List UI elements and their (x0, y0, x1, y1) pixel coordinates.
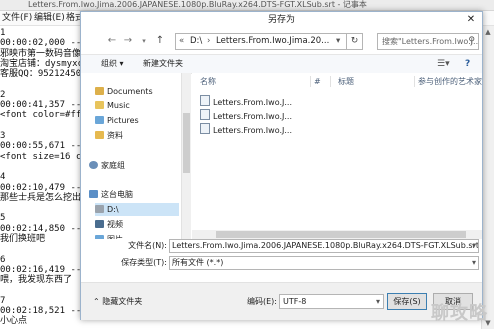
navigation-bar: ← → ▾ ↑ « D:\ › Letters.From.Iwo.Jima.20… (81, 29, 482, 53)
help-icon[interactable]: ? (465, 57, 470, 71)
filetype-select[interactable]: 所有文件 (*.*) ▾ (169, 256, 479, 270)
notepad-line: 客服QQ：952124509 (0, 69, 80, 80)
navigation-scrollbar[interactable] (182, 73, 191, 239)
nav-item-videos[interactable]: 视频 (95, 218, 179, 231)
chevron-right-icon: › (207, 36, 211, 46)
address-root[interactable]: D:\ (190, 34, 202, 49)
column-divider[interactable] (414, 76, 415, 87)
scrollbar-thumb[interactable] (183, 113, 190, 173)
chevron-down-icon[interactable]: ▾ (472, 240, 476, 252)
column-number[interactable]: # (314, 76, 321, 88)
notepad-line: <font color=#ffff (0, 110, 80, 121)
file-row[interactable]: Letters.From.Iwo.J... (200, 95, 310, 108)
address-bar[interactable]: « D:\ › Letters.From.Iwo.Jima.20... ▾ (175, 33, 347, 50)
view-options-icon[interactable]: ☰▾ (437, 57, 450, 71)
navigation-pane: Documents Music Pictures 资料 家庭组 这台电脑 D:\… (81, 73, 182, 239)
scrollbar-thumb[interactable] (216, 231, 466, 238)
address-folder[interactable]: Letters.From.Iwo.Jima.20... (216, 34, 329, 49)
menu-file[interactable]: 文件(F) (2, 12, 32, 24)
pictures-folder-icon (95, 116, 104, 124)
hide-folders-toggle[interactable]: ⌃ 隐藏文件夹 (93, 296, 142, 308)
refresh-icon[interactable]: ↻ (347, 33, 363, 50)
file-list-scrollbar[interactable] (192, 230, 482, 239)
nav-item-homegroup[interactable]: 家庭组 (89, 159, 173, 172)
notepad-line: <font size=16 col (0, 151, 80, 162)
column-artist[interactable]: 参与创作的艺术家 (418, 76, 482, 88)
music-folder-icon (95, 101, 104, 109)
nav-item-this-pc[interactable]: 这台电脑 (89, 188, 173, 201)
encoding-label: 编码(E): (247, 297, 277, 306)
nav-item-materials[interactable]: 资料 (95, 129, 179, 142)
notepad-line: 那些士兵是怎么挖出 (0, 192, 80, 203)
nav-item-pictures[interactable]: Pictures (95, 114, 179, 127)
column-title[interactable]: 标题 (338, 76, 354, 88)
search-input[interactable]: 搜索"Letters.From.Iwo.J... ⚲ (377, 33, 479, 50)
notepad-line: 我们换班吧 (0, 234, 46, 244)
column-divider[interactable] (310, 76, 311, 87)
forward-arrow-icon[interactable]: → (121, 33, 135, 49)
nav-item-documents[interactable]: Documents (95, 85, 179, 98)
file-row[interactable]: Letters.From.Iwo.J... (200, 123, 310, 136)
nav-item-music[interactable]: Music (95, 99, 179, 112)
video-folder-icon (95, 220, 104, 228)
filetype-label: 保存类型(T): (121, 258, 167, 267)
encoding-value: UTF-8 (283, 297, 307, 306)
filetype-value: 所有文件 (*.*) (172, 258, 224, 267)
chevron-down-icon: ▾ (375, 297, 380, 306)
save-button[interactable]: 保存(S) (387, 293, 427, 310)
dialog-title: 另存为 (81, 12, 482, 28)
organize-button[interactable]: 组织 ▾ (101, 58, 124, 70)
notepad-line: 小心点 (0, 316, 28, 327)
chevron-down-icon[interactable]: ▾ (472, 257, 476, 269)
file-icon (200, 123, 210, 134)
menu-edit[interactable]: 编辑(E) (34, 12, 65, 24)
notepad-editor[interactable]: 1 00:00:02,000 --> 邪映市第一数码音像 淘宝店铺：dysmyxc 客服… (0, 26, 80, 329)
computer-icon (89, 190, 98, 198)
new-folder-button[interactable]: 新建文件夹 (143, 58, 183, 70)
homegroup-icon (89, 161, 98, 169)
watermark-logo: 聊攻略 (431, 303, 488, 324)
column-name[interactable]: 名称 (200, 76, 216, 88)
nav-item-d-drive[interactable]: D:\ (95, 203, 179, 216)
drive-icon (95, 205, 104, 213)
dialog-footer: ⌃ 隐藏文件夹 编码(E): UTF-8 ▾ 保存(S) 取消 (81, 282, 482, 320)
encoding-select[interactable]: UTF-8 ▾ (279, 294, 384, 309)
close-icon[interactable]: ✕ (464, 14, 478, 26)
search-placeholder: 搜索"Letters.From.Iwo.J... (382, 37, 479, 46)
search-icon: ⚲ (468, 36, 475, 46)
folder-icon (95, 87, 104, 95)
collapse-icon: ⌃ (93, 297, 103, 306)
file-icon (200, 109, 210, 120)
notepad-line: 喂，我发现东西了 (0, 275, 73, 286)
back-arrow-icon[interactable]: ← (105, 33, 119, 49)
folder-icon (95, 131, 104, 139)
toolbar: 组织 ▾ 新建文件夹 ☰▾ ? (81, 54, 482, 74)
save-as-dialog: 另存为 ✕ ← → ▾ ↑ « D:\ › Letters.From.Iwo.J… (80, 11, 483, 320)
column-divider[interactable] (330, 76, 331, 87)
notepad-titlebar: Letters.From.Iwo.Jima.2006.JAPANESE.1080… (0, 0, 494, 11)
filename-value: Letters.From.Iwo.Jima.2006.JAPANESE.1080… (172, 241, 479, 250)
notepad-title: Letters.From.Iwo.Jima.2006.JAPANESE.1080… (28, 0, 367, 9)
up-arrow-icon[interactable]: ↑ (153, 33, 167, 49)
recent-dropdown-icon[interactable]: ▾ (137, 33, 151, 49)
chevron-down-icon[interactable]: ▾ (336, 34, 340, 49)
chevron-right-icon: « (179, 36, 185, 46)
file-row[interactable]: Letters.From.Iwo.J... (200, 109, 310, 122)
filename-label: 文件名(N): (128, 241, 167, 250)
file-icon (200, 95, 210, 106)
scroll-up-icon[interactable]: ▲ (484, 28, 492, 36)
filename-input[interactable]: Letters.From.Iwo.Jima.2006.JAPANESE.1080… (169, 239, 479, 253)
file-list: 名称 # 标题 参与创作的艺术家 Letters.From.Iwo.J... L… (192, 73, 482, 239)
